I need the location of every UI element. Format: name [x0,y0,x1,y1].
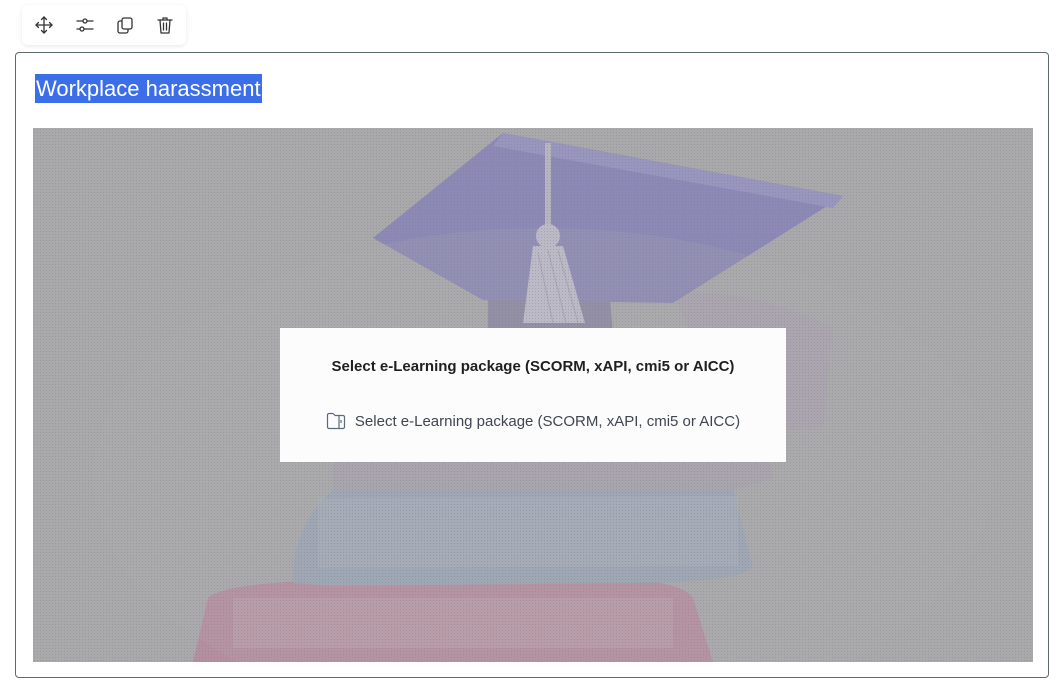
select-package-label: Select e-Learning package (SCORM, xAPI, … [354,412,741,430]
settings-sliders-icon[interactable] [73,13,97,37]
select-package-link[interactable]: Select e-Learning package (SCORM, xAPI, … [280,412,786,430]
move-icon[interactable] [32,13,56,37]
trash-icon[interactable] [153,13,177,37]
block-title[interactable]: Workplace harassment [35,74,262,103]
media-area: Select e-Learning package (SCORM, xAPI, … [33,128,1033,662]
block-toolbar [22,5,186,45]
duplicate-icon[interactable] [113,13,137,37]
dialog-title: Select e-Learning package (SCORM, xAPI, … [331,358,735,375]
folder-icon [326,412,346,430]
package-select-dialog: Select e-Learning package (SCORM, xAPI, … [280,328,786,462]
elearning-block[interactable]: Workplace harassment Select e-Learning p… [15,52,1049,678]
